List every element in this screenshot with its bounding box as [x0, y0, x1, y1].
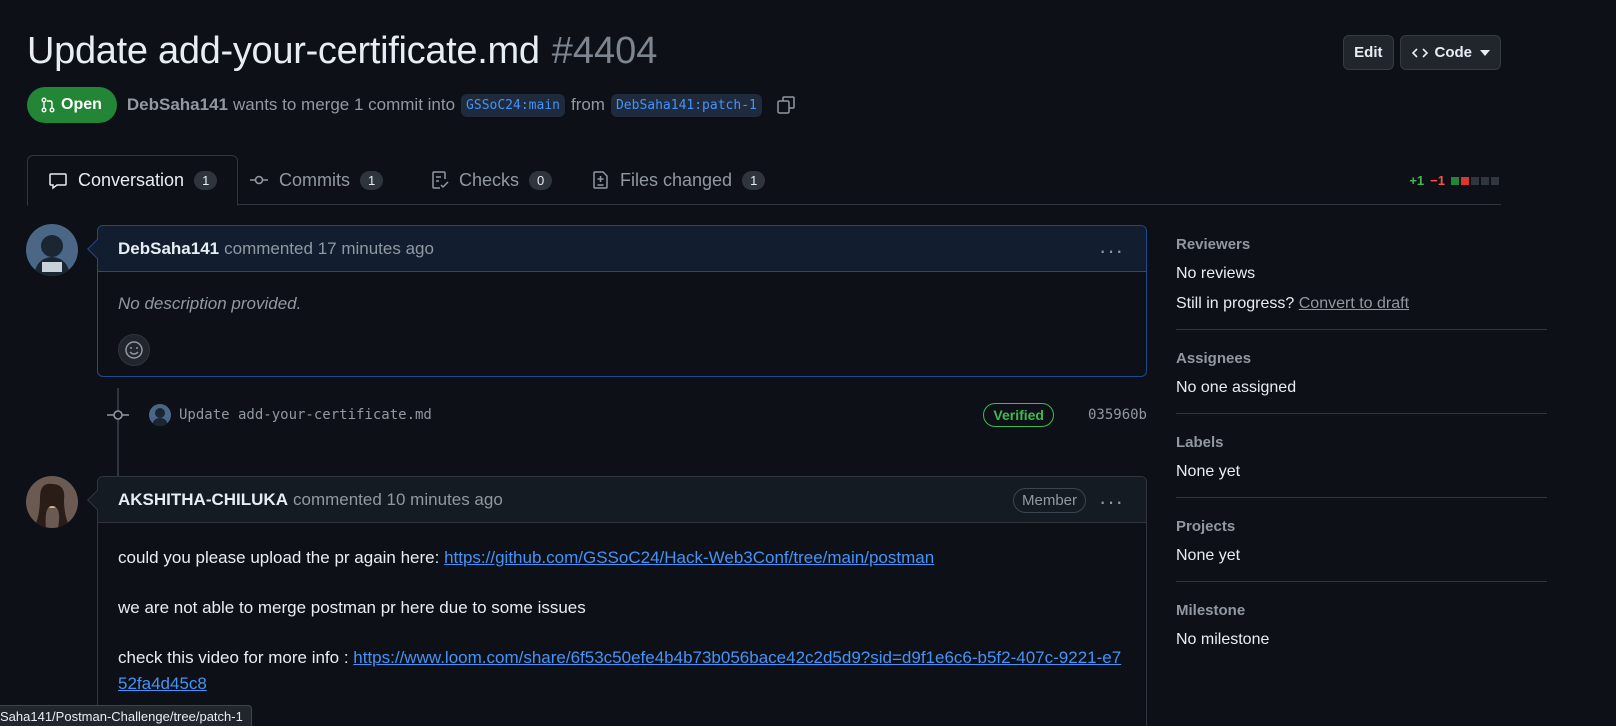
from-text: from — [570, 95, 605, 114]
diff-box-neutral — [1481, 176, 1489, 185]
tab-label: Commits — [279, 169, 350, 190]
in-progress-text: Still in progress? — [1176, 295, 1295, 312]
milestone-title[interactable]: Milestone — [1176, 602, 1547, 619]
edit-button[interactable]: Edit — [1343, 35, 1394, 70]
tab-counter: 1 — [360, 170, 384, 190]
status-label: Open — [61, 96, 102, 113]
kebab-menu-icon[interactable]: ··· — [1099, 238, 1124, 264]
file-diff-icon — [593, 171, 608, 189]
comment-card: DebSaha141 commented 17 minutes ago ··· … — [87, 225, 1147, 377]
assignees-title[interactable]: Assignees — [1176, 350, 1547, 367]
sidebar-projects: Projects None yet — [1176, 518, 1547, 582]
smiley-icon — [125, 341, 143, 359]
role-badge: Member — [1012, 488, 1086, 513]
projects-title[interactable]: Projects — [1176, 518, 1547, 535]
commit-icon — [250, 175, 268, 185]
comment-action: commented — [224, 238, 313, 258]
comment-header: DebSaha141 commented 17 minutes ago ··· — [98, 226, 1146, 272]
comment-paragraph: could you please upload the pr again her… — [118, 545, 1126, 571]
tab-label: Files changed — [620, 169, 733, 190]
pull-request-icon — [41, 97, 55, 113]
milestone-value: No milestone — [1176, 631, 1270, 648]
projects-value: None yet — [1176, 547, 1241, 564]
pr-author-link[interactable]: DebSaha141 — [127, 95, 228, 115]
code-button[interactable]: Code — [1399, 35, 1501, 70]
edit-button-label: Edit — [1354, 44, 1383, 61]
checklist-icon — [432, 171, 449, 189]
comment-card: AKSHITHA-CHILUKA commented 10 minutes ag… — [87, 476, 1147, 726]
base-branch[interactable]: GSSoC24:main — [461, 93, 565, 117]
copy-icon[interactable] — [776, 95, 796, 115]
head-branch[interactable]: DebSaha141:patch-1 — [610, 93, 762, 117]
status-badge: Open — [27, 87, 117, 123]
comment-body: could you please upload the pr again her… — [98, 523, 1146, 726]
reviewers-value: No reviews — [1176, 265, 1256, 282]
draft-prompt: Still in progress? Convert to draft — [1176, 295, 1547, 313]
link-status-bar: Saha141/Postman-Challenge/tree/patch-1 — [0, 705, 252, 726]
pr-title: Update add-your-certificate.md — [27, 30, 540, 72]
tab-counter: 1 — [194, 171, 218, 190]
diff-additions: +1 — [1409, 173, 1425, 188]
comment-body: No description provided. — [98, 272, 1146, 376]
diffstat[interactable]: +1 −1 — [1409, 173, 1501, 188]
diff-box-deleted — [1461, 176, 1469, 185]
comment-icon — [49, 172, 67, 189]
header-actions: Edit Code — [1343, 35, 1501, 70]
comment-link[interactable]: https://github.com/GSSoC24/Hack-Web3Conf… — [444, 548, 934, 567]
verified-badge[interactable]: Verified — [983, 403, 1054, 427]
diff-box-added — [1451, 176, 1459, 185]
paragraph-text: could you please upload the pr again her… — [118, 548, 445, 567]
code-button-label: Code — [1434, 44, 1473, 61]
no-description-text: No description provided. — [118, 294, 302, 313]
tab-counter: 0 — [529, 170, 553, 190]
diff-deletions: −1 — [1430, 173, 1445, 188]
sidebar-reviewers: Reviewers No reviews Still in progress? … — [1176, 236, 1547, 330]
tab-checks[interactable]: Checks 0 — [431, 155, 553, 205]
comment-time[interactable]: 17 minutes ago — [318, 239, 434, 259]
reviewers-title[interactable]: Reviewers — [1176, 236, 1547, 253]
paragraph-text: check this video for more info : — [118, 648, 354, 667]
sidebar-milestone: Milestone No milestone — [1176, 602, 1547, 665]
commit-icon — [105, 408, 131, 422]
add-reaction-button[interactable] — [118, 334, 150, 366]
diff-box-neutral — [1471, 176, 1479, 185]
commit-sha[interactable]: 035960b — [1088, 407, 1147, 423]
commit-message[interactable]: Update add-your-certificate.md — [179, 407, 432, 423]
comment-paragraph: check this video for more info : https:/… — [118, 645, 1126, 697]
pr-title-row: Update add-your-certificate.md #4404 — [27, 30, 657, 73]
kebab-menu-icon[interactable]: ··· — [1099, 489, 1124, 515]
pr-tabs: Conversation 1 Commits 1 Checks 0 Files … — [27, 155, 1501, 206]
comment-time[interactable]: 10 minutes ago — [387, 490, 503, 510]
pr-meta: Open DebSaha141 wants to merge 1 commit … — [27, 87, 796, 123]
sidebar-assignees: Assignees No one assigned — [1176, 350, 1547, 414]
tab-counter: 1 — [742, 170, 766, 190]
comment-author[interactable]: AKSHITHA-CHILUKA — [118, 490, 288, 510]
sidebar: Reviewers No reviews Still in progress? … — [1176, 236, 1547, 685]
avatar[interactable] — [26, 224, 78, 276]
code-icon — [1411, 47, 1428, 58]
comment-header: AKSHITHA-CHILUKA commented 10 minutes ag… — [98, 477, 1146, 523]
comment-paragraph: we are not able to merge postman pr here… — [118, 598, 586, 617]
tab-label: Conversation — [78, 170, 185, 190]
tab-files-changed[interactable]: Files changed 1 — [592, 155, 766, 205]
convert-to-draft-link[interactable]: Convert to draft — [1299, 295, 1409, 312]
pr-number: #4404 — [551, 30, 658, 72]
tab-conversation[interactable]: Conversation 1 — [27, 155, 239, 206]
merge-text: wants to merge 1 commit into — [233, 95, 456, 114]
diff-box-neutral — [1491, 176, 1499, 185]
commit-row: Update add-your-certificate.md Verified … — [105, 400, 1147, 430]
chevron-down-icon — [1480, 49, 1490, 56]
sidebar-labels: Labels None yet — [1176, 434, 1547, 498]
assignees-value: No one assigned — [1176, 379, 1297, 396]
tab-commits[interactable]: Commits 1 — [249, 155, 384, 205]
comment-author[interactable]: DebSaha141 — [118, 239, 219, 259]
labels-title[interactable]: Labels — [1176, 434, 1547, 451]
labels-value: None yet — [1176, 463, 1241, 480]
avatar[interactable] — [26, 476, 78, 528]
tab-label: Checks — [459, 169, 520, 190]
comment-action: commented — [292, 489, 382, 509]
avatar[interactable] — [149, 404, 171, 426]
